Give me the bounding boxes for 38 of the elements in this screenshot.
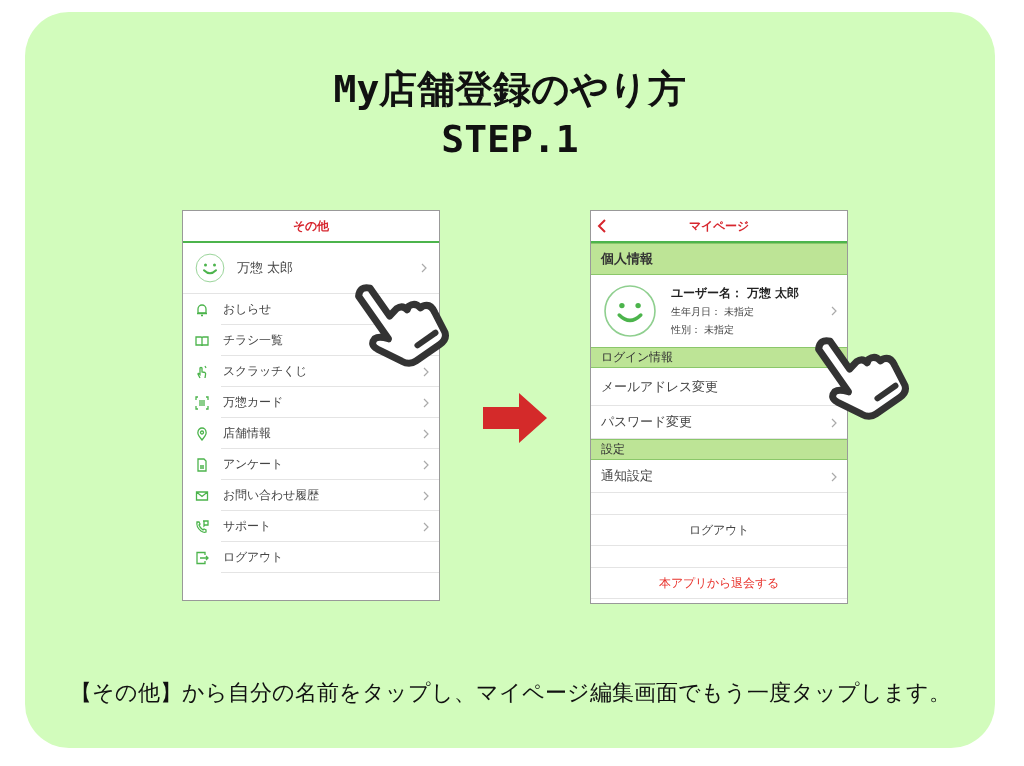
- document-icon: [195, 457, 209, 472]
- smiley-avatar-icon: [195, 253, 225, 283]
- settings-item[interactable]: 通知設定: [601, 468, 653, 485]
- settings-item[interactable]: メールアドレス変更: [601, 378, 718, 396]
- slide-title: My店舗登録のやり方: [332, 66, 688, 113]
- finger-tap-icon: [195, 364, 209, 379]
- action-link[interactable]: ログアウト: [591, 515, 847, 546]
- screen-title: その他: [293, 217, 329, 235]
- birthday-text: 生年月日： 未指定: [671, 304, 756, 319]
- menu-item[interactable]: ログアウト: [223, 550, 283, 565]
- menu-item[interactable]: お問い合わせ履歴: [223, 488, 319, 503]
- action-link[interactable]: 本アプリから退会する: [591, 568, 847, 599]
- settings-item[interactable]: パスワード変更: [601, 414, 692, 431]
- menu-item[interactable]: チラシ一覧: [223, 333, 283, 348]
- menu-item[interactable]: スクラッチくじ: [223, 364, 307, 379]
- menu-item[interactable]: 店舗情報: [223, 426, 271, 441]
- bell-icon: [195, 302, 209, 317]
- section-header: 個人情報: [591, 243, 847, 275]
- right-arrow-icon: [483, 393, 547, 443]
- user-name: ユーザー名： 万惣 太郎: [671, 285, 801, 301]
- profile-row[interactable]: ユーザー名： 万惣 太郎 生年月日： 未指定 性別： 未指定: [591, 275, 847, 347]
- logout-icon: [195, 550, 209, 565]
- envelope-icon: [195, 488, 209, 503]
- map-pin-icon: [195, 426, 209, 441]
- screen-title: マイページ: [689, 217, 749, 235]
- back-icon[interactable]: [597, 219, 607, 233]
- instruction-text: 【その他】から自分の名前をタップし、マイページ編集画面でもう一度タップします。: [68, 679, 952, 707]
- user-name: 万惣 太郎: [237, 259, 295, 277]
- phone-icon: [195, 519, 209, 534]
- menu-item[interactable]: おしらせ: [223, 302, 271, 317]
- section-header: 設定: [591, 439, 847, 460]
- menu-item[interactable]: サポート: [223, 519, 271, 534]
- step-label: STEP.1: [440, 116, 580, 163]
- book-icon: [195, 333, 209, 348]
- menu-item[interactable]: アンケート: [223, 457, 283, 472]
- smiley-avatar-icon: [603, 284, 657, 338]
- menu-item[interactable]: 万惣カード: [223, 395, 283, 410]
- gender-text: 性別： 未指定: [671, 322, 736, 337]
